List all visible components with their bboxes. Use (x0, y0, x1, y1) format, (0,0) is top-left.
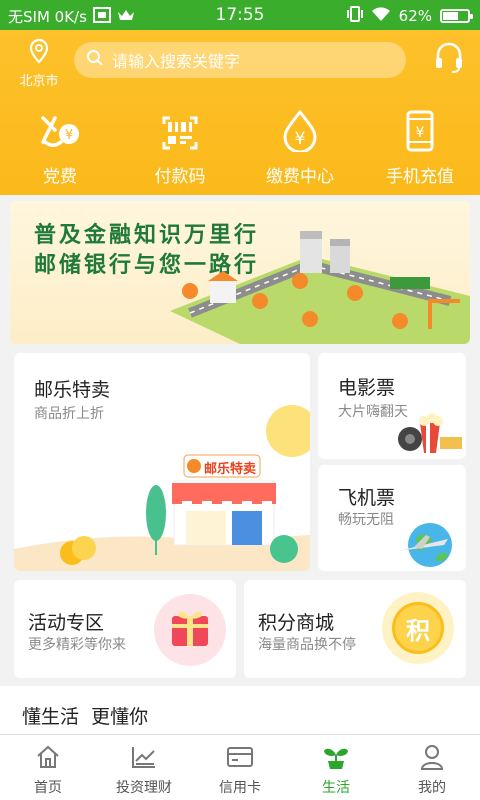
battery-icon (440, 9, 473, 23)
status-bar: 无SIM 0K/s 17:55 62% (0, 0, 480, 30)
section-title: 懂生活 更懂你 (22, 706, 149, 728)
pay-code-icon (120, 108, 240, 152)
popcorn-icon (398, 413, 462, 453)
payment-center-icon: ¥ (240, 108, 360, 152)
mobile-recharge-icon: ¥ (360, 108, 480, 152)
status-right: 62% (346, 6, 473, 26)
tab-mine[interactable]: 我的 (384, 735, 480, 800)
points-coin-icon: 积 (382, 592, 454, 664)
wifi-icon (371, 6, 391, 26)
search-placeholder: 请输入搜索关键字 (112, 52, 241, 71)
quick-action-label: 付款码 (154, 167, 206, 187)
bottom-tab-bar: 首页 投资理财 信用卡 生活 我的 (0, 734, 480, 800)
shop-illustration (14, 405, 310, 571)
battery-percent: 62% (398, 7, 432, 25)
search-input[interactable]: 请输入搜索关键字 (74, 42, 406, 78)
customer-service-headset-icon[interactable] (434, 40, 464, 78)
svg-text:¥: ¥ (416, 125, 425, 141)
battery-fill (443, 12, 458, 20)
investment-icon (96, 743, 192, 771)
quick-action-party-fee[interactable]: ¥ 党费 (0, 108, 120, 187)
tab-label: 生活 (322, 780, 350, 796)
credit-card-icon (192, 743, 288, 771)
quick-action-payment-center[interactable]: ¥ 缴费中心 (240, 108, 360, 187)
gift-icon (154, 594, 226, 666)
party-fee-icon: ¥ (0, 108, 120, 152)
quick-action-label: 缴费中心 (266, 167, 334, 187)
location-selector[interactable]: 北京市 (14, 38, 64, 89)
banner-city-illustration (170, 231, 470, 344)
location-pin-icon (28, 38, 50, 68)
card-activity-zone[interactable]: 活动专区 更多精彩等你来 (14, 580, 236, 678)
vibrate-icon (346, 6, 363, 26)
city-label: 北京市 (19, 74, 59, 89)
quick-actions: ¥ 党费 付款码 ¥ 缴费中心 ¥ 手机充值 (0, 108, 480, 187)
tab-label: 信用卡 (219, 780, 261, 796)
quick-action-mobile-recharge[interactable]: ¥ 手机充值 (360, 108, 480, 187)
card-youle-sale[interactable]: 邮乐特卖 商品折上折 邮乐特卖 (14, 353, 310, 571)
tab-label: 首页 (34, 780, 62, 796)
tab-label: 投资理财 (116, 780, 172, 796)
promo-banner[interactable]: 普及金融知识万里行 邮储银行与您一路行 (10, 201, 470, 344)
card-movie-ticket[interactable]: 电影票 大片嗨翻天 (318, 353, 466, 459)
card-title: 积分商城 (258, 612, 335, 634)
home-icon (0, 743, 96, 771)
quick-action-label: 党费 (43, 167, 77, 187)
svg-text:¥: ¥ (65, 128, 73, 143)
tab-investment[interactable]: 投资理财 (96, 735, 192, 800)
search-icon (86, 49, 104, 71)
airplane-globe-icon (398, 523, 452, 567)
card-subtitle: 更多精彩等你来 (28, 637, 126, 653)
shop-sign: 邮乐特卖 (204, 462, 257, 477)
user-icon (384, 743, 480, 771)
points-badge: 积 (392, 602, 444, 654)
tab-home[interactable]: 首页 (0, 735, 96, 800)
card-points-mall[interactable]: 积分商城 海量商品换不停 积 (244, 580, 466, 678)
tab-credit-card[interactable]: 信用卡 (192, 735, 288, 800)
card-flight-ticket[interactable]: 飞机票 畅玩无阻 (318, 465, 466, 571)
svg-text:¥: ¥ (295, 129, 306, 149)
tab-label: 我的 (418, 780, 446, 796)
quick-action-label: 手机充值 (386, 167, 454, 187)
card-title: 活动专区 (28, 612, 105, 634)
card-subtitle: 海量商品换不停 (258, 637, 356, 653)
quick-action-pay-code[interactable]: 付款码 (120, 108, 240, 187)
tab-life[interactable]: 生活 (288, 735, 384, 800)
header: 北京市 请输入搜索关键字 ¥ 党费 付款码 ¥ 缴费中心 ¥ 手机充值 (0, 30, 480, 195)
life-sprout-icon (288, 743, 384, 771)
